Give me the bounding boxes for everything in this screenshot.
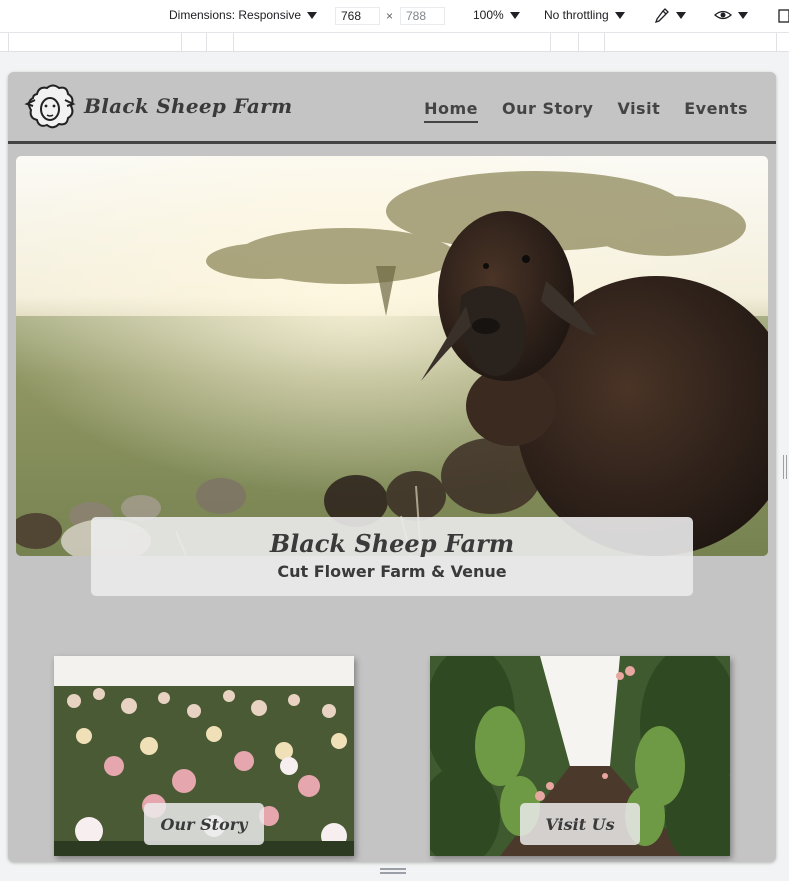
ruler-tick (8, 33, 9, 52)
zoom-dropdown[interactable]: 100% (473, 8, 520, 22)
ruler-tick (604, 33, 605, 52)
zoom-label: 100% (473, 8, 504, 22)
eye-icon (714, 10, 732, 20)
throttling-label: No throttling (544, 8, 609, 22)
eyedropper-icon (654, 8, 669, 23)
rotate-button[interactable] (778, 8, 789, 24)
throttling-dropdown[interactable]: No throttling (544, 8, 625, 22)
vision-button[interactable] (714, 7, 748, 23)
tile-visit-us[interactable]: Visit Us (430, 656, 730, 856)
ruler-tick (776, 33, 777, 52)
hero-image (16, 156, 768, 556)
ruler-tick (578, 33, 579, 52)
chevron-down-icon (307, 11, 318, 19)
chevron-down-icon (738, 11, 748, 19)
ruler-tick (181, 33, 182, 52)
chevron-down-icon (676, 11, 686, 19)
dimension-times: × (386, 9, 394, 23)
chevron-down-icon (509, 11, 520, 19)
chevron-down-icon (614, 11, 625, 19)
dimensions-label: Dimensions: Responsive (169, 8, 302, 22)
tile-our-story[interactable]: Our Story (54, 656, 354, 856)
height-input[interactable]: 788 (400, 7, 445, 25)
our-story-button[interactable]: Our Story (144, 803, 264, 845)
resize-handle-side[interactable] (783, 455, 787, 479)
nav-home[interactable]: Home (424, 99, 479, 123)
site-header: Black Sheep Farm Home Our Story Visit Ev… (8, 72, 776, 144)
width-input[interactable]: 768 (335, 7, 380, 25)
device-viewport: Black Sheep Farm Home Our Story Visit Ev… (8, 72, 776, 862)
sheep-logo-icon[interactable] (23, 82, 77, 132)
nav-our-story[interactable]: Our Story (502, 99, 593, 123)
devtools-ruler (0, 33, 789, 52)
ruler-tick (233, 33, 234, 52)
hero-photo (16, 156, 768, 556)
nav-visit[interactable]: Visit (617, 99, 660, 123)
ruler-tick (206, 33, 207, 52)
main-nav: Home Our Story Visit Events (424, 99, 748, 123)
hero-title: Black Sheep Farm (269, 529, 515, 558)
resize-handle-bottom[interactable] (380, 868, 406, 874)
dimensions-dropdown[interactable]: Dimensions: Responsive (169, 8, 318, 22)
nav-events[interactable]: Events (684, 99, 748, 123)
rotate-icon (778, 9, 789, 23)
brand-name[interactable]: Black Sheep Farm (84, 94, 292, 118)
ruler-tick (550, 33, 551, 52)
hero-caption: Black Sheep Farm Cut Flower Farm & Venue (91, 517, 693, 596)
devtools-toolbar: Dimensions: Responsive 768 × 788 100% No… (0, 0, 789, 33)
visit-us-button[interactable]: Visit Us (520, 803, 640, 845)
eyedropper-button[interactable] (654, 7, 686, 23)
hero-subtitle: Cut Flower Farm & Venue (277, 562, 507, 581)
